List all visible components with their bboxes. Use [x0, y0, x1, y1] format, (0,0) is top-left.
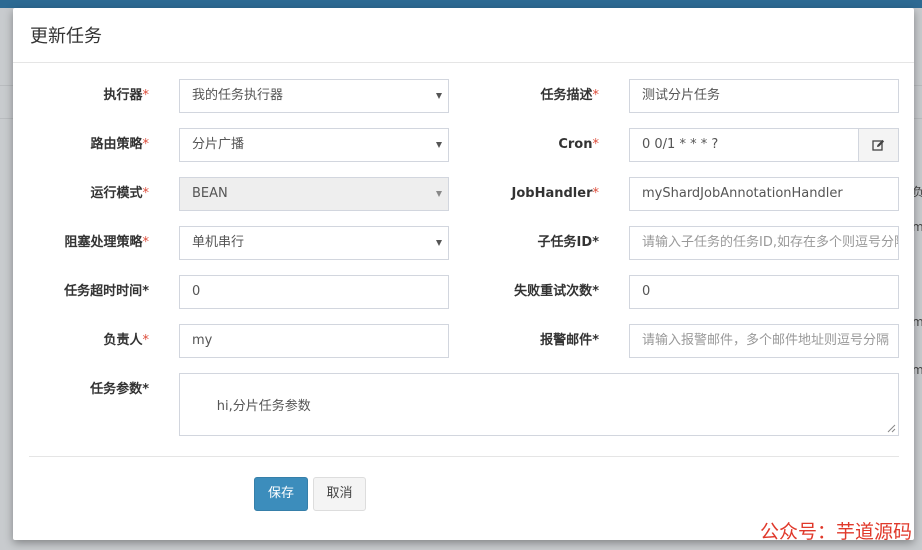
job-desc-input[interactable]: 测试分片任务	[629, 79, 899, 113]
cron-edit-button[interactable]	[859, 128, 899, 162]
job-handler-input[interactable]: myShardJobAnnotationHandler	[629, 177, 899, 211]
author-label: 负责人*	[103, 333, 149, 348]
route-strategy-select[interactable]: 分片广播	[179, 128, 449, 162]
chevron-down-icon	[436, 240, 442, 246]
block-strategy-select[interactable]: 单机串行	[179, 226, 449, 260]
run-mode-select: BEAN	[179, 177, 449, 211]
form-row: 任务超时时间* 0 失败重试次数* 0	[13, 275, 914, 309]
timeout-label: 任务超时时间*	[64, 284, 149, 299]
form-row: 运行模式* BEAN JobHandler* myShardJobAnnotat…	[13, 177, 914, 211]
author-input[interactable]: my	[179, 324, 449, 358]
alarm-email-input[interactable]: 请输入报警邮件，多个邮件地址则逗号分隔	[629, 324, 899, 358]
form-row: 负责人* my 报警邮件* 请输入报警邮件，多个邮件地址则逗号分隔	[13, 324, 914, 358]
form-row: 执行器* 我的任务执行器 任务描述* 测试分片任务	[13, 79, 914, 113]
job-handler-label: JobHandler*	[511, 186, 599, 201]
cron-label: Cron*	[558, 137, 599, 152]
executor-label: 执行器*	[103, 88, 149, 103]
route-strategy-label: 路由策略*	[90, 137, 149, 152]
modal-title: 更新任务	[30, 26, 102, 47]
retry-count-input[interactable]: 0	[629, 275, 899, 309]
alarm-email-label: 报警邮件*	[540, 333, 599, 348]
job-param-textarea[interactable]: hi,分片任务参数	[179, 373, 899, 436]
form-row: 阻塞处理策略* 单机串行 子任务ID* 请输入子任务的任务ID,如存在多个则逗号…	[13, 226, 914, 260]
save-button[interactable]: 保存	[254, 477, 308, 511]
timeout-input[interactable]: 0	[179, 275, 449, 309]
edit-icon	[872, 139, 885, 151]
resize-grip-icon[interactable]	[887, 424, 896, 433]
modal-header: 更新任务	[13, 8, 914, 63]
child-job-id-label: 子任务ID*	[537, 235, 599, 250]
form-row: 任务参数* hi,分片任务参数	[13, 373, 914, 437]
retry-count-label: 失败重试次数*	[514, 284, 599, 299]
chevron-down-icon	[436, 191, 442, 197]
block-strategy-label: 阻塞处理策略*	[64, 235, 149, 250]
executor-select[interactable]: 我的任务执行器	[179, 79, 449, 113]
job-desc-label: 任务描述*	[540, 88, 599, 103]
run-mode-label: 运行模式*	[90, 186, 149, 201]
update-job-modal: 更新任务 执行器* 我的任务执行器 任务描述* 测试分片任务 路由策略* 分片广…	[13, 8, 914, 540]
cron-input[interactable]: 0 0/1 * * * ?	[629, 128, 859, 162]
cancel-button[interactable]: 取消	[313, 477, 366, 511]
background-topbar	[0, 0, 922, 8]
chevron-down-icon	[436, 93, 442, 99]
watermark: 公众号：芋道源码	[759, 521, 912, 543]
form-row: 路由策略* 分片广播 Cron* 0 0/1 * * * ?	[13, 128, 914, 162]
chevron-down-icon	[436, 142, 442, 148]
form-divider	[29, 456, 899, 457]
job-param-label: 任务参数*	[90, 382, 149, 397]
child-job-id-input[interactable]: 请输入子任务的任务ID,如存在多个则逗号分隔	[629, 226, 899, 260]
